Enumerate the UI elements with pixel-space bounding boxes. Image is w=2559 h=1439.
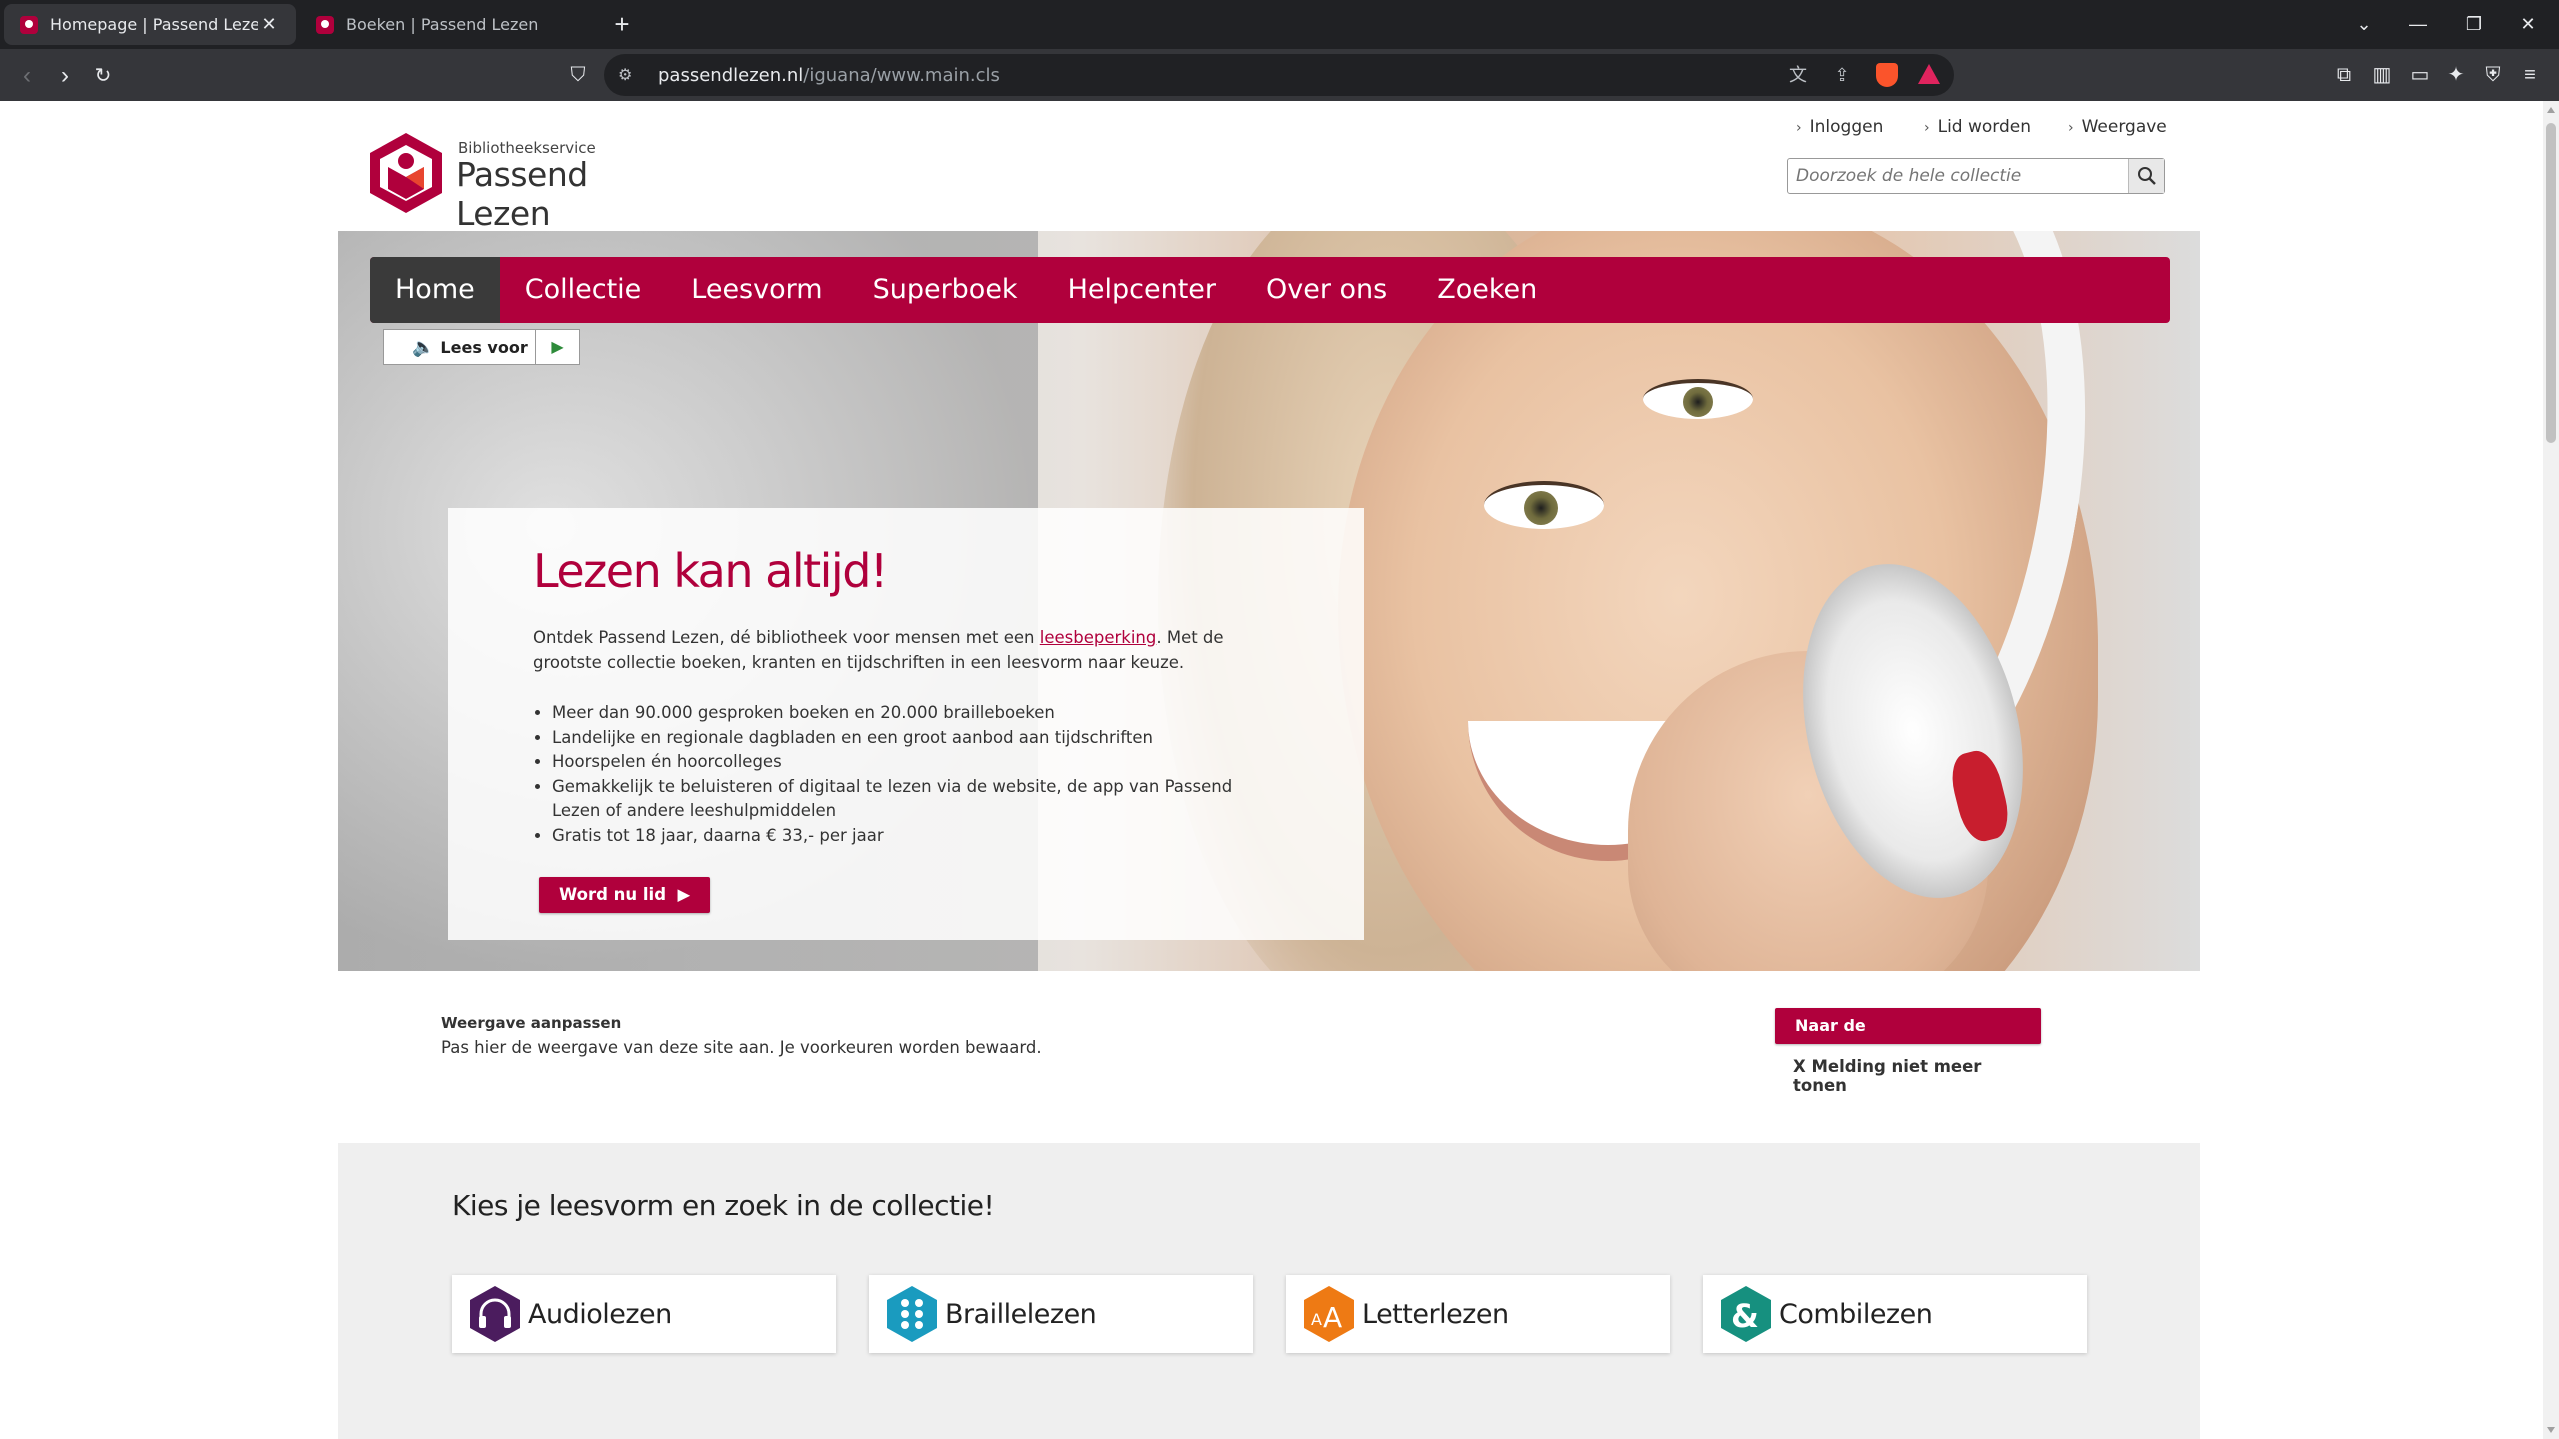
hero-lead: Ontdek Passend Lezen, dé bibliotheek voo… [533,628,1224,672]
scrollbar-thumb[interactable] [2546,123,2556,443]
card-label: Letterlezen [1362,1298,1509,1330]
browser-tab[interactable]: Boeken | Passend Lezen [300,4,590,45]
bookmark-icon[interactable]: ⛉ [564,61,592,89]
brave-shields-icon[interactable] [1876,63,1898,87]
headphones-icon [469,1285,521,1343]
nav-collectie[interactable]: Collectie [500,257,667,323]
login-link[interactable]: › Inloggen [1796,117,1883,137]
caret-right-icon: ▶ [677,885,691,904]
read-aloud-widget: 🔈 Lees voor ▶ [383,329,580,365]
letter-size-icon: A A [1303,1285,1355,1343]
become-member-button[interactable]: Word nu lid ▶ [539,877,711,913]
chevron-right-icon: › [1796,120,1802,136]
play-icon[interactable]: ▶ [535,330,579,364]
card-label: Combilezen [1779,1298,1933,1330]
notice-description: Pas hier de weergave van deze site aan. … [441,1038,1042,1057]
vpn-shield-icon[interactable]: ⛨ [2479,61,2507,89]
search-button[interactable] [2128,159,2164,193]
hero-intro-panel: Lezen kan altijd! Ontdek Passend Lezen, … [448,508,1364,940]
browser-tab-bar: Homepage | Passend Lezen ✕ Boeken | Pass… [0,0,2559,49]
browser-toolbar: ‹ › ↻ ⛉ ⚙ passendlezen.nl/iguana/www.mai… [0,49,2559,101]
brand-name: Passend Lezen [456,155,588,233]
braille-icon [886,1285,938,1343]
display-notice: Weergave aanpassen Pas hier de weergave … [441,1008,2041,1095]
new-tab-plus-icon[interactable]: + [608,10,636,38]
extensions-puzzle-icon[interactable]: ⧉ [2330,61,2358,89]
display-settings-link[interactable]: › Weergave [2068,117,2167,137]
minimize-icon[interactable]: — [2400,10,2436,38]
reading-form-section: Kies je leesvorm en zoek in de collectie… [338,1143,2200,1439]
nav-home[interactable]: Home [370,257,500,323]
address-bar[interactable]: ⚙ passendlezen.nl/iguana/www.main.cls 文 … [604,54,1954,96]
ampersand-icon: & [1720,1285,1772,1343]
card-combilezen[interactable]: & Combilezen [1703,1275,2087,1353]
chevron-right-icon: › [1924,120,1930,136]
search-icon [2137,167,2156,185]
nav-over-ons[interactable]: Over ons [1241,257,1412,323]
hero-feature-list: Meer dan 90.000 gesproken boeken en 20.0… [552,701,1272,848]
chevron-right-icon: › [2068,120,2074,136]
read-aloud-button[interactable]: 🔈 Lees voor [384,330,535,364]
site-favicon-icon [316,15,334,34]
browser-tab-active[interactable]: Homepage | Passend Lezen ✕ [4,4,296,45]
svg-text:&: & [1731,1297,1759,1335]
nav-superboek[interactable]: Superboek [848,257,1043,323]
forward-arrow-icon[interactable]: › [50,61,80,91]
become-member-link[interactable]: › Lid worden [1924,117,2031,137]
card-label: Audiolezen [528,1298,672,1330]
sidebar-icon[interactable]: ▥ [2368,61,2396,89]
translate-icon[interactable]: 文 [1786,63,1810,87]
brave-rewards-icon[interactable] [1918,64,1940,84]
close-window-icon[interactable]: ✕ [2510,10,2546,38]
card-label: Braillelezen [945,1298,1097,1330]
page-scrollbar[interactable] [2543,101,2559,1439]
back-arrow-icon[interactable]: ‹ [12,61,42,91]
list-item: Landelijke en regionale dagbladen en een… [552,726,1272,751]
share-icon[interactable]: ⇪ [1830,63,1854,87]
menu-hamburger-icon[interactable]: ≡ [2516,61,2544,89]
list-item: Gratis tot 18 jaar, daarna € 33,- per ja… [552,824,1272,849]
card-braillelezen[interactable]: Braillelezen [869,1275,1253,1353]
notice-title: Weergave aanpassen [441,1014,622,1032]
tab-close-icon[interactable]: ✕ [258,14,280,35]
scroll-up-icon[interactable] [2547,107,2555,113]
site-logo[interactable]: Bibliotheekservice Passend Lezen [368,131,688,233]
nav-zoeken[interactable]: Zoeken [1412,257,1562,323]
list-item: Gemakkelijk te beluisteren of digitaal t… [552,775,1272,824]
card-audiolezen[interactable]: Audiolezen [452,1275,836,1353]
wallet-icon[interactable]: ▭ [2406,61,2434,89]
leo-ai-icon[interactable]: ✦ [2442,61,2470,89]
collection-search [1787,158,2165,194]
speaker-icon: 🔈 [412,336,435,358]
url-text[interactable]: passendlezen.nl/iguana/www.main.cls [658,65,1000,86]
main-navigation: Home Collectie Leesvorm Superboek Helpce… [370,257,2170,323]
web-page: Bibliotheekservice Passend Lezen › Inlogg… [0,101,2543,1439]
tab-title: Homepage | Passend Lezen [50,15,258,34]
passend-lezen-logo-icon [370,133,442,213]
svg-text:A: A [1323,1301,1342,1334]
section-heading: Kies je leesvorm en zoek in de collectie… [452,1189,995,1222]
tab-title: Boeken | Passend Lezen [346,15,539,34]
svg-text:A: A [1311,1310,1322,1329]
display-options-button[interactable]: Naar de weergaveopties ▶ [1775,1008,2041,1071]
hero-title: Lezen kan altijd! [533,544,888,598]
leesbeperking-link[interactable]: leesbeperking [1040,628,1157,647]
list-item: Meer dan 90.000 gesproken boeken en 20.0… [552,701,1272,726]
list-item: Hoorspelen én hoorcolleges [552,750,1272,775]
nav-helpcenter[interactable]: Helpcenter [1043,257,1241,323]
card-letterlezen[interactable]: A A Letterlezen [1286,1275,1670,1353]
dismiss-notice-link[interactable]: X Melding niet meer tonen [1793,1057,2041,1095]
reload-icon[interactable]: ↻ [88,61,118,91]
site-settings-icon[interactable]: ⚙ [618,65,642,85]
scroll-down-icon[interactable] [2547,1427,2555,1433]
tab-search-chevron-icon[interactable]: ⌄ [2346,10,2382,38]
nav-leesvorm[interactable]: Leesvorm [666,257,847,323]
site-favicon-icon [20,15,38,34]
restore-icon[interactable]: ❐ [2456,10,2492,38]
search-input[interactable] [1788,159,2122,193]
